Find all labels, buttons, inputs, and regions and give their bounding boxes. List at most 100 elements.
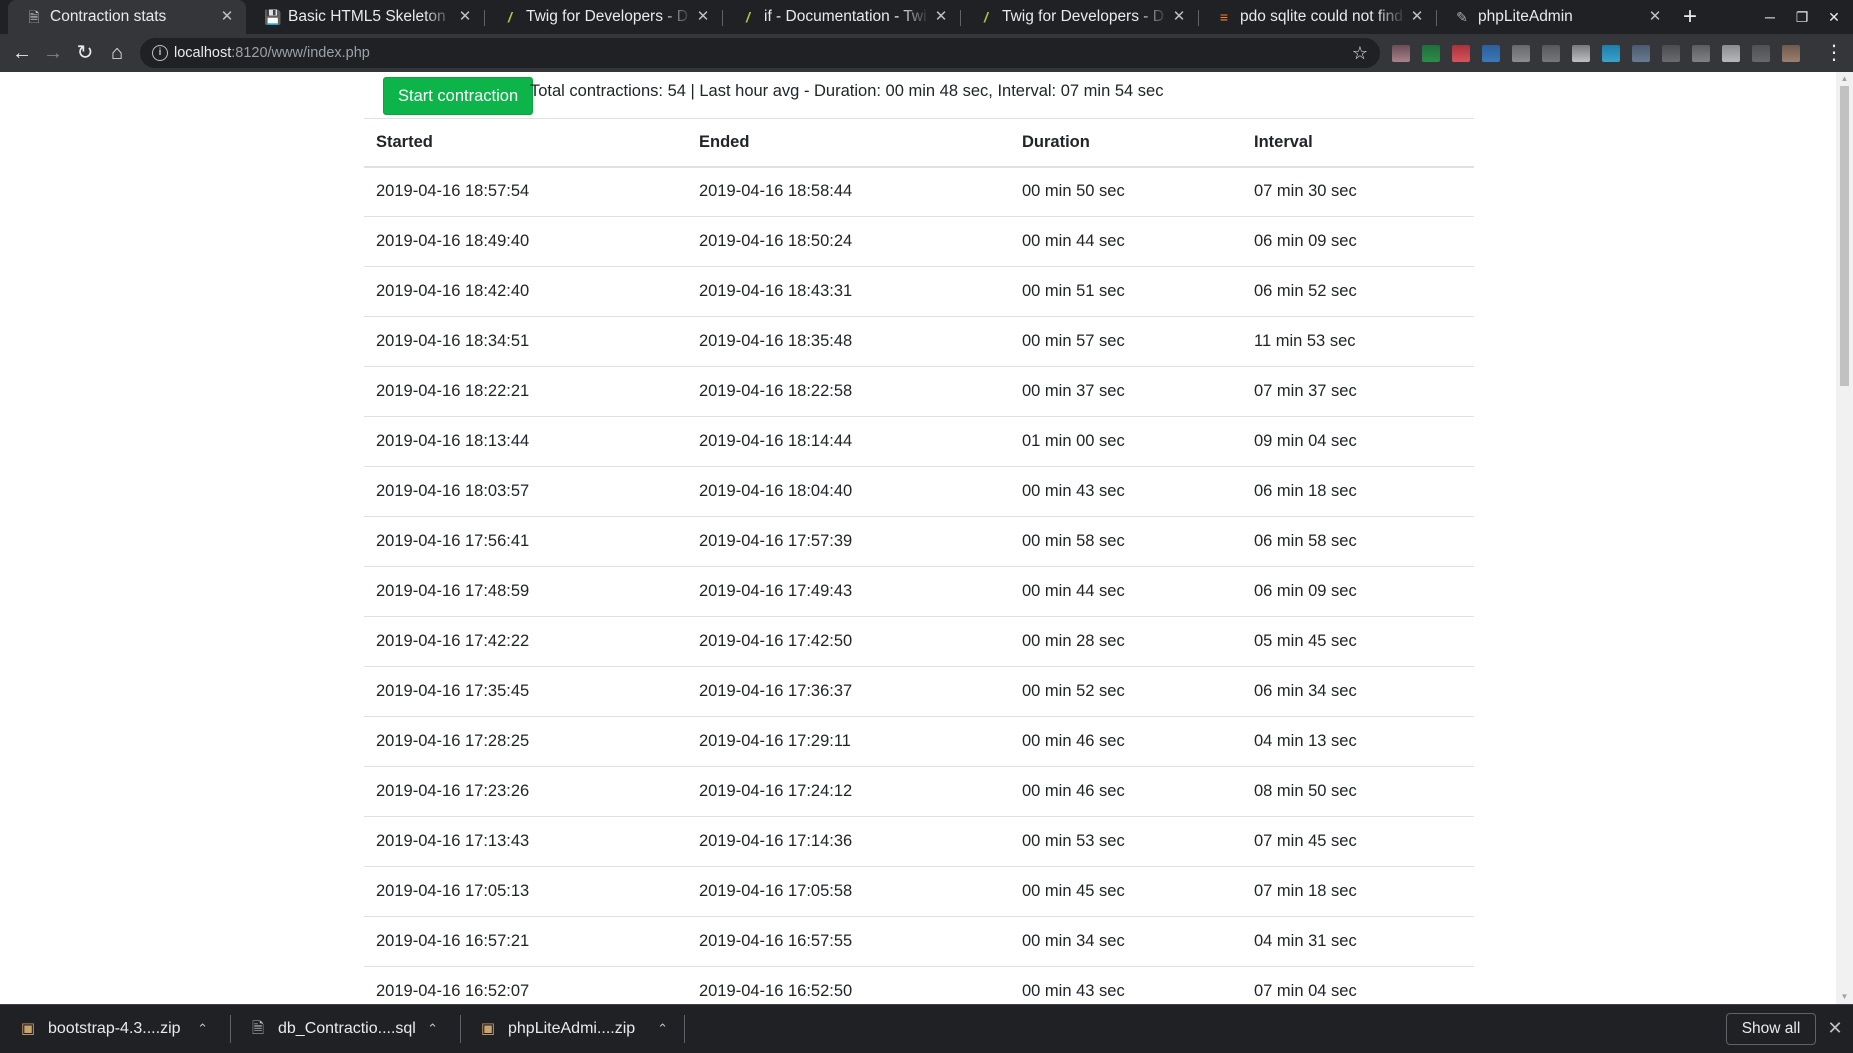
scrollbar-thumb[interactable]: [1840, 86, 1849, 386]
page-icon: 🗎: [28, 9, 40, 25]
cell-started: 2019-04-16 17:42:22: [364, 616, 687, 667]
cell-duration: 00 min 51 sec: [1010, 266, 1242, 317]
close-icon[interactable]: ✕: [456, 8, 474, 26]
table-row: 2019-04-16 18:42:40 2019-04-16 18:43:31 00…: [364, 266, 1474, 317]
extension-icon[interactable]: [1422, 45, 1440, 62]
cell-duration: 00 min 28 sec: [1010, 616, 1242, 667]
close-icon[interactable]: ✕: [1408, 8, 1426, 26]
forward-icon[interactable]: →: [39, 39, 67, 67]
scroll-down-icon[interactable]: ▼: [1840, 993, 1849, 1001]
download-item[interactable]: ▣ phpLiteAdmi....zip ⌃: [460, 1005, 690, 1053]
info-icon[interactable]: i: [152, 45, 168, 61]
home-icon[interactable]: ⌂: [103, 39, 131, 67]
close-icon[interactable]: ✕: [932, 8, 950, 26]
new-tab-button[interactable]: +: [1676, 3, 1704, 31]
close-icon[interactable]: ✕: [694, 8, 712, 26]
tab-twig-if[interactable]: / if - Documentation - Twig ✕: [722, 0, 960, 34]
cell-interval: 06 min 09 sec: [1242, 216, 1474, 267]
extension-icon[interactable]: [1542, 45, 1560, 62]
table-row: 2019-04-16 17:13:43 2019-04-16 17:14:36 00…: [364, 816, 1474, 867]
cell-duration: 00 min 44 sec: [1010, 566, 1242, 617]
summary-text: Total contractions: 54 | Last hour avg -…: [530, 82, 1164, 100]
close-icon[interactable]: ✕: [1646, 8, 1664, 26]
download-item[interactable]: 🗎 db_Contractio....sql ⌃: [230, 1005, 460, 1053]
start-contraction-button[interactable]: Start contraction: [383, 77, 534, 115]
close-icon[interactable]: ✕: [1170, 8, 1188, 26]
extension-icon[interactable]: [1662, 45, 1680, 62]
extension-icon[interactable]: [1602, 45, 1620, 62]
tab-pdo-sqlite[interactable]: ≡ pdo sqlite could not find driver ✕: [1198, 0, 1436, 34]
tab-twig-developers-2[interactable]: / Twig for Developers - Documentation ✕: [960, 0, 1198, 34]
archive-icon: ▣: [20, 1020, 36, 1037]
cell-ended: 2019-04-16 18:04:40: [687, 466, 1010, 517]
cell-duration: 00 min 43 sec: [1010, 466, 1242, 517]
extension-icon[interactable]: [1752, 45, 1770, 62]
contractions-table: Started Ended Duration Interval 2019-04-…: [364, 118, 1474, 1004]
table-row: 2019-04-16 17:48:59 2019-04-16 17:49:43 00…: [364, 566, 1474, 617]
browser-toolbar: ← → ↻ ⌂ i localhost:8120/www/index.php ☆…: [0, 34, 1853, 72]
extension-icon[interactable]: [1722, 45, 1740, 62]
close-icon[interactable]: ✕: [1824, 1017, 1846, 1039]
header-row: Start contraction Total contractions: 54…: [364, 72, 1474, 118]
table-row: 2019-04-16 18:22:21 2019-04-16 18:22:58 00…: [364, 366, 1474, 417]
url-text[interactable]: localhost:8120/www/index.php: [174, 38, 370, 68]
table-row: 2019-04-16 17:05:13 2019-04-16 17:05:58 00…: [364, 866, 1474, 917]
download-filename: bootstrap-4.3....zip: [48, 1020, 181, 1037]
cell-duration: 00 min 52 sec: [1010, 666, 1242, 717]
reload-icon[interactable]: ↻: [71, 39, 99, 67]
tab-html5-skeleton[interactable]: 💾 Basic HTML5 Skeleton File ✕: [246, 0, 484, 34]
close-icon[interactable]: ✕: [218, 8, 236, 26]
header-started: Started: [364, 118, 687, 168]
table-row: 2019-04-16 17:28:25 2019-04-16 17:29:11 00…: [364, 716, 1474, 767]
cell-ended: 2019-04-16 17:36:37: [687, 666, 1010, 717]
download-item[interactable]: ▣ bootstrap-4.3....zip ⌃: [0, 1005, 230, 1053]
page-viewport: Start contraction Total contractions: 54…: [0, 72, 1836, 1004]
tab-twig-developers[interactable]: / Twig for Developers - Documentation ✕: [484, 0, 722, 34]
feather-icon: ✎: [1456, 9, 1468, 25]
twig-icon: /: [984, 9, 988, 25]
bookmark-star-icon[interactable]: ☆: [1348, 41, 1372, 65]
table-row: 2019-04-16 17:42:22 2019-04-16 17:42:50 00…: [364, 616, 1474, 667]
window-close-icon[interactable]: ✕: [1818, 0, 1850, 34]
extension-icon[interactable]: [1572, 45, 1590, 62]
extension-icon[interactable]: [1632, 45, 1650, 62]
restore-icon[interactable]: ❐: [1786, 0, 1818, 34]
stackoverflow-icon: ≡: [1219, 9, 1229, 25]
chevron-up-icon[interactable]: ⌃: [427, 1005, 438, 1053]
cell-duration: 00 min 34 sec: [1010, 916, 1242, 967]
cell-ended: 2019-04-16 18:58:44: [687, 166, 1010, 217]
table-row: 2019-04-16 18:57:54 2019-04-16 18:58:44 00…: [364, 166, 1474, 217]
table-row: 2019-04-16 17:56:41 2019-04-16 17:57:39 00…: [364, 516, 1474, 567]
scroll-up-icon[interactable]: ▲: [1840, 75, 1849, 83]
cell-ended: 2019-04-16 18:50:24: [687, 216, 1010, 267]
minimize-icon[interactable]: ─: [1754, 0, 1786, 34]
tab-contraction-stats[interactable]: 🗎 Contraction stats ✕: [8, 0, 246, 34]
vertical-scrollbar[interactable]: ▲ ▼: [1836, 72, 1853, 1004]
cell-duration: 01 min 00 sec: [1010, 416, 1242, 467]
extension-icon[interactable]: [1452, 45, 1470, 62]
chevron-up-icon[interactable]: ⌃: [197, 1005, 208, 1053]
cell-interval: 07 min 04 sec: [1242, 966, 1474, 1004]
extension-icon[interactable]: [1692, 45, 1710, 62]
chevron-up-icon[interactable]: ⌃: [657, 1005, 668, 1053]
cell-started: 2019-04-16 17:56:41: [364, 516, 687, 567]
cell-started: 2019-04-16 16:52:07: [364, 966, 687, 1004]
cell-started: 2019-04-16 18:57:54: [364, 166, 687, 217]
cell-interval: 07 min 18 sec: [1242, 866, 1474, 917]
cell-interval: 06 min 52 sec: [1242, 266, 1474, 317]
show-all-button[interactable]: Show all: [1726, 1013, 1816, 1045]
twig-icon: /: [508, 9, 512, 25]
cell-started: 2019-04-16 17:48:59: [364, 566, 687, 617]
back-icon[interactable]: ←: [8, 39, 36, 67]
extension-icon[interactable]: [1392, 45, 1410, 62]
address-bar[interactable]: i localhost:8120/www/index.php ☆: [140, 38, 1380, 68]
cell-duration: 00 min 45 sec: [1010, 866, 1242, 917]
extension-icon[interactable]: [1782, 45, 1800, 62]
cell-started: 2019-04-16 17:13:43: [364, 816, 687, 867]
cell-interval: 07 min 45 sec: [1242, 816, 1474, 867]
tab-phpliteadmin[interactable]: ✎ phpLiteAdmin ✕: [1436, 0, 1674, 34]
extension-icon[interactable]: [1482, 45, 1500, 62]
extension-icon[interactable]: [1512, 45, 1530, 62]
more-menu-icon[interactable]: ⋮: [1822, 39, 1846, 67]
page-container: Start contraction Total contractions: 54…: [364, 72, 1474, 1004]
